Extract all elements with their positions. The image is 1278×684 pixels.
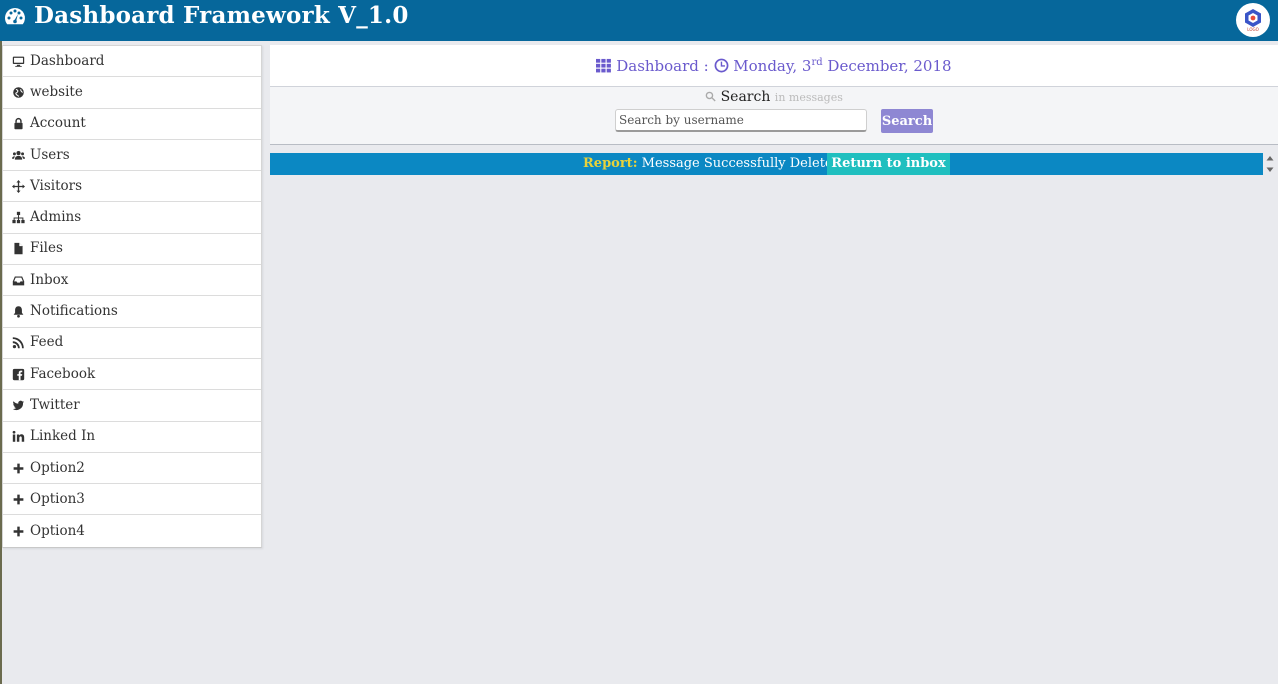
report-text: Report: Message Successfully Deleted. [583,153,845,175]
facebook-icon [11,367,25,381]
report-label: Report: [583,156,638,171]
report-bar: Report: Message Successfully Deleted. Re… [270,153,1263,175]
sidebar-item-option4[interactable]: Option4 [3,515,261,546]
sitemap-icon [11,211,25,225]
user-avatar[interactable]: LOGO [1236,3,1270,37]
sidebar-item-feed[interactable]: Feed [3,328,261,359]
arrows-icon [11,179,25,193]
return-to-inbox-button[interactable]: Return to inbox [827,153,950,175]
sidebar-item-label: Facebook [30,365,96,382]
page-title: Dashboard : Monday, 3rd December, 2018 [270,45,1278,87]
sidebar-menu: Dashboard website Account Users Visitors… [2,45,262,548]
gauge-icon [3,5,27,29]
linkedin-icon [11,430,25,444]
sidebar-item-label: Notifications [30,303,118,320]
avatar-caption: LOGO [1247,27,1259,32]
plus-icon [11,492,25,506]
sidebar-item-label: Option3 [30,490,85,507]
scroll-arrows-icon[interactable] [1265,154,1275,174]
search-caption-label: Search [720,89,771,105]
search-button[interactable]: Search [881,109,933,133]
sidebar-item-inbox[interactable]: Inbox [3,265,261,297]
sidebar-item-visitors[interactable]: Visitors [3,171,261,203]
sidebar-item-label: website [30,83,83,100]
sidebar-item-label: Files [30,240,63,257]
sidebar-item-twitter[interactable]: Twitter [3,390,261,422]
search-caption: Search in messages [270,89,1278,105]
sidebar-item-label: Admins [30,209,82,226]
lock-icon [11,117,25,131]
sidebar-item-option3[interactable]: Option3 [3,484,261,516]
sidebar-item-users[interactable]: Users [3,140,261,172]
sidebar-item-label: Visitors [30,177,83,194]
date-ordinal: rd [811,56,823,68]
sidebar-item-label: Linked In [30,428,96,445]
globe-icon [11,85,25,99]
search-panel: Search in messages Search [270,87,1278,145]
clock-icon [714,57,729,75]
sidebar-item-label: Inbox [30,271,69,288]
date-month-year: December, 2018 [827,56,952,75]
sidebar-item-website[interactable]: website [3,77,261,109]
sidebar-item-admins[interactable]: Admins [3,202,261,234]
users-icon [11,148,25,162]
rss-icon [11,336,25,350]
sidebar-item-label: Users [30,146,70,163]
twitter-icon [11,398,25,412]
sidebar-item-label: Account [30,115,86,132]
inbox-icon [11,273,25,287]
app-title: Dashboard Framework V_1.0 [34,2,409,29]
sidebar-item-label: Feed [30,334,64,351]
sidebar-item-linkedin[interactable]: Linked In [3,422,261,453]
sidebar-item-dashboard[interactable]: Dashboard [3,46,261,78]
date-day: Monday, 3 [733,56,812,75]
report-message: Message Successfully Deleted. [641,156,846,171]
desktop-icon [11,54,25,68]
plus-icon [11,524,25,538]
cube-logo-icon [1245,9,1261,27]
sidebar-item-option2[interactable]: Option2 [3,453,261,485]
sidebar-item-account[interactable]: Account [3,109,261,140]
sidebar-item-label: Dashboard [30,52,105,69]
plus-icon [11,461,25,475]
top-bar: Dashboard Framework V_1.0 LOGO [0,0,1278,41]
sidebar-item-label: Option2 [30,459,85,476]
search-hint: in messages [774,91,843,104]
file-icon [11,242,25,256]
search-icon [705,89,716,105]
sidebar-item-label: Twitter [30,396,80,413]
bell-icon [11,305,25,319]
sidebar-item-label: Option4 [30,522,85,539]
sidebar-item-facebook[interactable]: Facebook [3,359,261,391]
sidebar-item-notifications[interactable]: Notifications [3,296,261,328]
sidebar-item-files[interactable]: Files [3,234,261,266]
search-input[interactable] [615,109,867,132]
current-date: Monday, 3rd December, 2018 [733,57,951,75]
grid-icon [596,57,612,75]
breadcrumb: Dashboard : [616,56,709,75]
